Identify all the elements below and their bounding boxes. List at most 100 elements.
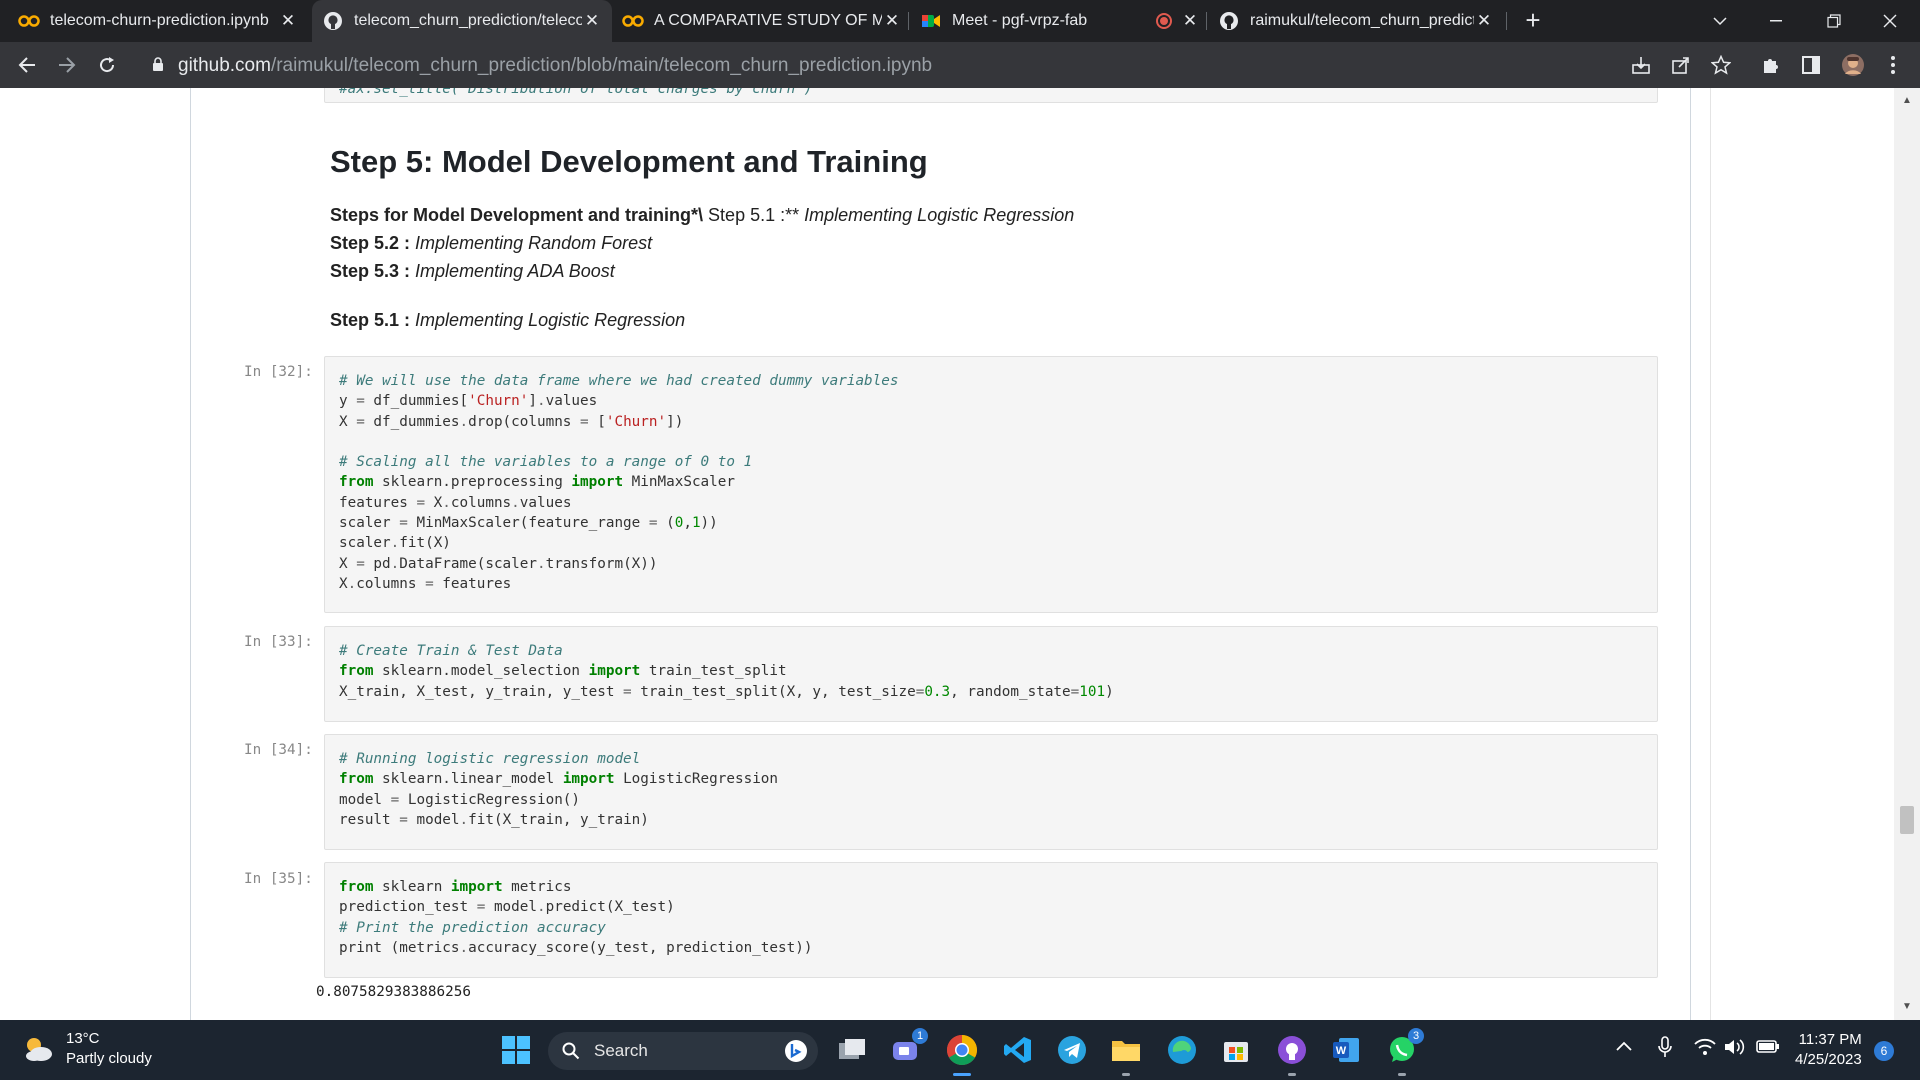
extensions-button[interactable] bbox=[1758, 52, 1784, 78]
step-label: Step 5.1 : bbox=[330, 310, 411, 330]
tab-github-notebook[interactable]: telecom_churn_prediction/telecom ✕ bbox=[312, 0, 612, 42]
search-icon bbox=[562, 1042, 580, 1060]
recording-icon bbox=[1156, 13, 1172, 29]
tab-title: Meet - pgf-vrpz-fab bbox=[952, 12, 1088, 29]
wifi-icon bbox=[1694, 1038, 1716, 1055]
taskbar-clock[interactable]: 11:37 PM 4/25/2023 bbox=[1795, 1030, 1862, 1070]
store-icon bbox=[1224, 1042, 1248, 1062]
install-app-button[interactable] bbox=[1628, 52, 1654, 78]
reload-icon bbox=[100, 57, 115, 73]
code-cell-clipped[interactable]: #ax.set_title('Distribution of total cha… bbox=[324, 88, 1658, 103]
microphone-button[interactable] bbox=[1658, 1036, 1672, 1063]
microsoft-store-app[interactable] bbox=[1216, 1030, 1256, 1070]
code-block: # We will use the data frame where we ha… bbox=[339, 373, 899, 592]
close-tab-icon[interactable]: ✕ bbox=[278, 11, 298, 31]
tab-colab-notebook[interactable]: telecom-churn-prediction.ipynb ✕ bbox=[18, 0, 298, 42]
share-button[interactable] bbox=[1668, 52, 1694, 78]
show-hidden-icons-button[interactable] bbox=[1616, 1038, 1632, 1056]
battery-icon bbox=[1756, 1040, 1779, 1053]
cell-prompt: In [34]: bbox=[244, 742, 313, 758]
browser-toolbar: github.com/raimukul/telecom_churn_predic… bbox=[0, 42, 1920, 88]
side-panel-button[interactable] bbox=[1798, 52, 1824, 78]
word-app[interactable]: W bbox=[1326, 1030, 1366, 1070]
chrome-app[interactable] bbox=[942, 1030, 982, 1076]
code-cell-32[interactable]: # We will use the data frame where we ha… bbox=[324, 356, 1658, 613]
taskbar-search[interactable]: Search bbox=[548, 1032, 818, 1070]
chevron-up-icon bbox=[1616, 1041, 1632, 1051]
volume-icon bbox=[1725, 1039, 1745, 1055]
task-view-button[interactable] bbox=[832, 1030, 872, 1070]
teams-chat-button[interactable]: 1 bbox=[886, 1028, 928, 1070]
weather-condition: Partly cloudy bbox=[66, 1050, 152, 1067]
weather-temperature: 13°C bbox=[66, 1030, 100, 1047]
weather-widget[interactable]: 13°C Partly cloudy bbox=[22, 1029, 152, 1069]
start-button[interactable] bbox=[496, 1030, 536, 1070]
close-tab-icon[interactable]: ✕ bbox=[582, 11, 602, 31]
file-explorer-app[interactable] bbox=[1106, 1030, 1146, 1076]
word-icon: W bbox=[1333, 1038, 1359, 1062]
chrome-icon bbox=[946, 1035, 978, 1066]
svg-text:W: W bbox=[1336, 1045, 1347, 1057]
clipped-code-line: #ax.set_title('Distribution of total cha… bbox=[339, 88, 813, 97]
new-tab-button[interactable]: + bbox=[1520, 7, 1546, 34]
vscode-icon bbox=[1004, 1037, 1031, 1063]
steps-intro: Steps for Model Development and training… bbox=[330, 205, 1074, 226]
close-window-button[interactable] bbox=[1862, 0, 1918, 42]
forward-button[interactable] bbox=[52, 50, 82, 80]
tab-search-button[interactable] bbox=[1692, 0, 1748, 42]
step-5-2: Step 5.2 : Implementing Random Forest bbox=[330, 233, 652, 254]
tab-comparative-study[interactable]: A COMPARATIVE STUDY OF MUL ✕ bbox=[622, 0, 902, 42]
profile-avatar[interactable] bbox=[1840, 52, 1866, 78]
github-desktop-app[interactable] bbox=[1272, 1030, 1312, 1076]
steps-intro-rest: Step 5.1 :** bbox=[703, 205, 805, 225]
tab-title: A COMPARATIVE STUDY OF MUL bbox=[654, 12, 882, 29]
edge-app[interactable] bbox=[1162, 1030, 1202, 1070]
close-tab-icon[interactable]: ✕ bbox=[1474, 11, 1494, 31]
volume-button[interactable] bbox=[1724, 1038, 1746, 1061]
minimize-button[interactable] bbox=[1748, 0, 1804, 42]
step-text: Implementing ADA Boost bbox=[415, 261, 615, 281]
code-cell-34[interactable]: # Running logistic regression model from… bbox=[324, 734, 1658, 850]
star-icon bbox=[1711, 55, 1731, 75]
running-indicator bbox=[1288, 1073, 1296, 1076]
restore-button[interactable] bbox=[1806, 0, 1862, 42]
scroll-up-arrow-icon[interactable]: ▲ bbox=[1900, 94, 1914, 108]
browser-menu-button[interactable] bbox=[1880, 52, 1906, 78]
page-divider bbox=[1710, 88, 1711, 1020]
vscode-app[interactable] bbox=[998, 1030, 1038, 1070]
tab-separator bbox=[1206, 12, 1207, 30]
running-indicator bbox=[1398, 1073, 1406, 1076]
reload-button[interactable] bbox=[92, 50, 122, 80]
code-cell-33[interactable]: # Create Train & Test Data from sklearn.… bbox=[324, 626, 1658, 722]
code-cell-35[interactable]: from sklearn import metrics prediction_t… bbox=[324, 862, 1658, 978]
page-scrollbar[interactable]: ▲ ▼ bbox=[1894, 88, 1920, 1020]
clock-date: 4/25/2023 bbox=[1795, 1051, 1862, 1068]
step-5-3: Step 5.3 : Implementing ADA Boost bbox=[330, 261, 615, 282]
colab-icon bbox=[622, 10, 644, 32]
bookmark-button[interactable] bbox=[1708, 52, 1734, 78]
address-bar[interactable]: github.com/raimukul/telecom_churn_predic… bbox=[140, 48, 1620, 82]
tab-github-repo[interactable]: raimukul/telecom_churn_predicti ✕ bbox=[1218, 0, 1494, 42]
battery-button[interactable] bbox=[1756, 1038, 1780, 1059]
close-tab-icon[interactable]: ✕ bbox=[882, 11, 902, 31]
url-text[interactable]: github.com/raimukul/telecom_churn_predic… bbox=[178, 55, 932, 77]
steps-intro-italic: Implementing Logistic Regression bbox=[804, 205, 1075, 225]
step-text: Implementing Random Forest bbox=[415, 233, 653, 253]
scroll-down-arrow-icon[interactable]: ▼ bbox=[1900, 1000, 1914, 1014]
tab-google-meet[interactable]: Meet - pgf-vrpz-fab ✕ bbox=[920, 0, 1200, 42]
partly-cloudy-icon bbox=[26, 1038, 52, 1061]
notification-badge: 1 bbox=[912, 1028, 928, 1044]
notification-center-badge[interactable]: 6 bbox=[1874, 1041, 1894, 1061]
code-block: from sklearn import metrics prediction_t… bbox=[339, 879, 813, 956]
close-tab-icon[interactable]: ✕ bbox=[1180, 11, 1200, 31]
kebab-menu-icon bbox=[1891, 56, 1895, 74]
back-button[interactable] bbox=[12, 50, 42, 80]
telegram-app[interactable] bbox=[1052, 1030, 1092, 1070]
running-indicator bbox=[1122, 1073, 1130, 1076]
page-content: #ax.set_title('Distribution of total cha… bbox=[0, 88, 1920, 1020]
task-view-icon bbox=[839, 1039, 865, 1059]
scrollbar-thumb[interactable] bbox=[1900, 806, 1914, 834]
wifi-button[interactable] bbox=[1694, 1038, 1716, 1061]
whatsapp-app[interactable]: 3 bbox=[1382, 1028, 1424, 1076]
url-path: /raimukul/telecom_churn_prediction/blob/… bbox=[270, 55, 933, 76]
